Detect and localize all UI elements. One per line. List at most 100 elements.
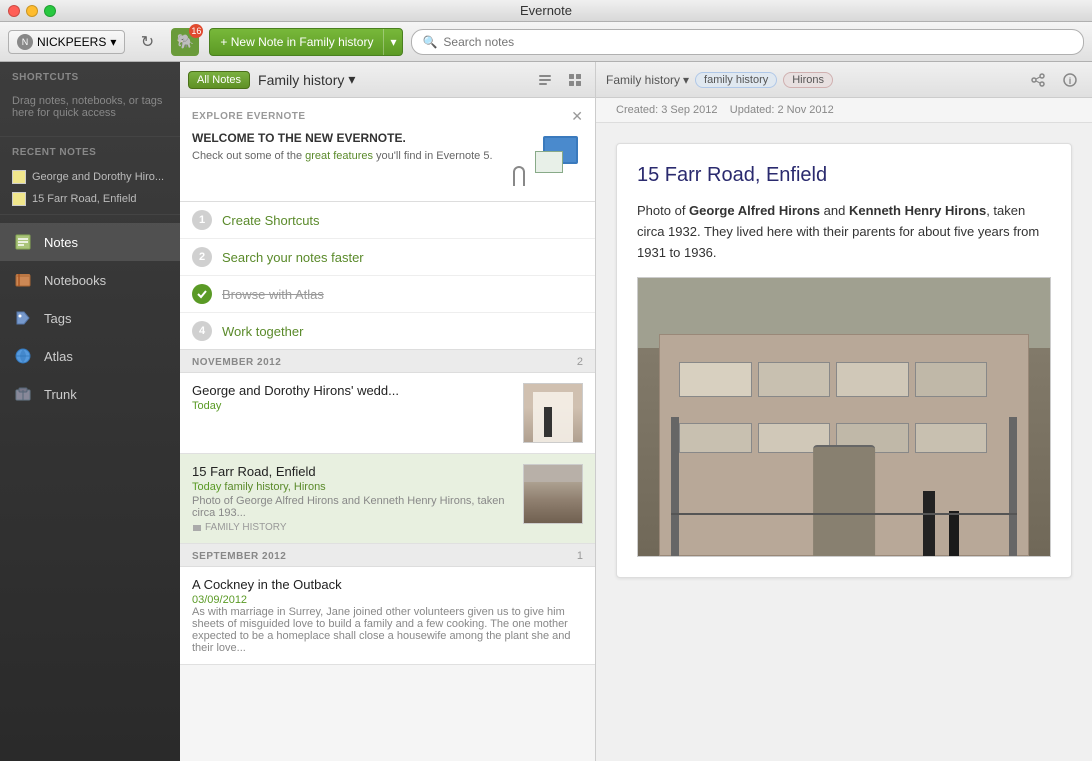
note-main-title: 15 Farr Road, Enfield xyxy=(637,164,1051,187)
svg-text:i: i xyxy=(1069,76,1072,86)
note-title-3: A Cockney in the Outback xyxy=(192,577,583,592)
close-button[interactable] xyxy=(8,5,20,17)
welcome-text: WELCOME TO THE NEW EVERNOTE. Check out s… xyxy=(192,131,493,164)
elephant-menu-button[interactable]: 🐘 16 xyxy=(169,26,201,58)
sidebar-item-notebooks[interactable]: Notebooks xyxy=(0,261,180,299)
share-button[interactable] xyxy=(1026,68,1050,92)
step-item-2[interactable]: 2 Search your notes faster xyxy=(180,239,595,276)
note-title-2: 15 Farr Road, Enfield xyxy=(192,464,515,479)
explore-header: EXPLORE EVERNOTE ✕ xyxy=(192,108,583,125)
info-button[interactable]: i xyxy=(1058,68,1082,92)
search-input[interactable] xyxy=(443,35,1073,49)
tag-chip-family-history[interactable]: family history xyxy=(695,72,777,88)
step-number-4: 4 xyxy=(192,321,212,341)
tags-label: Tags xyxy=(44,311,71,326)
welcome-content: WELCOME TO THE NEW EVERNOTE. Check out s… xyxy=(192,131,583,191)
user-button[interactable]: N NICKPEERS ▾ xyxy=(8,30,125,54)
atlas-icon xyxy=(12,345,34,367)
note-date-1: Today xyxy=(192,400,515,412)
note-body-text: Photo of George Alfred Hirons and Kennet… xyxy=(637,201,1051,263)
titlebar: Evernote xyxy=(0,0,1092,22)
note-thumbnail-2 xyxy=(523,464,583,524)
step-item-4[interactable]: 4 Work together xyxy=(180,313,595,349)
note-card-3[interactable]: A Cockney in the Outback 03/09/2012 As w… xyxy=(180,567,595,665)
atlas-label: Atlas xyxy=(44,349,73,364)
welcome-desc-plain: Check out some of the xyxy=(192,150,305,162)
photo-background xyxy=(638,278,1050,556)
trunk-icon xyxy=(12,383,34,405)
note-card-2[interactable]: 15 Farr Road, Enfield Today family histo… xyxy=(180,454,595,544)
updated-date: Updated: 2 Nov 2012 xyxy=(730,104,834,116)
new-note-dropdown-arrow[interactable]: ▾ xyxy=(384,29,402,55)
note-card-content-2: 15 Farr Road, Enfield Today family histo… xyxy=(192,464,515,533)
step-label-3: Browse with Atlas xyxy=(222,287,324,302)
note-icon xyxy=(12,192,26,206)
note-detail-panel: Family history ▾ family history Hirons xyxy=(596,62,1092,761)
month-header-nov2012: NOVEMBER 2012 2 xyxy=(180,350,595,373)
body-name2: Kenneth Henry Hirons xyxy=(849,203,986,218)
breadcrumb-notebook[interactable]: Family history ▾ xyxy=(606,73,689,87)
notes-scroll[interactable]: NOVEMBER 2012 2 George and Dorothy Hiron… xyxy=(180,350,595,761)
notebook-arrow-icon: ▾ xyxy=(348,71,355,88)
new-note-button[interactable]: + New Note in Family history ▾ xyxy=(209,28,403,56)
sort-button[interactable] xyxy=(533,68,557,92)
new-note-label: + New Note in Family history xyxy=(220,35,373,49)
recent-note-item[interactable]: 15 Farr Road, Enfield xyxy=(0,188,180,210)
note-thumbnail-1 xyxy=(523,383,583,443)
body-mid: and xyxy=(820,203,849,218)
notebook-illustration xyxy=(535,151,563,173)
welcome-desc-end: you'll find in Evernote 5. xyxy=(373,150,493,162)
maximize-button[interactable] xyxy=(44,5,56,17)
notebook-title-selector[interactable]: Family history ▾ xyxy=(258,71,355,88)
tags-icon xyxy=(12,307,34,329)
detail-actions: i xyxy=(1026,68,1082,92)
view-toggle-button[interactable] xyxy=(563,68,587,92)
note-card-1[interactable]: George and Dorothy Hirons' wedd... Today xyxy=(180,373,595,454)
shortcuts-title: SHORTCUTS xyxy=(0,62,180,87)
sidebar-item-tags[interactable]: Tags xyxy=(0,299,180,337)
all-notes-button[interactable]: All Notes xyxy=(188,71,250,89)
note-content-card: 15 Farr Road, Enfield Photo of George Al… xyxy=(616,143,1072,578)
note-card-content-1: George and Dorothy Hirons' wedd... Today xyxy=(192,383,515,443)
search-bar[interactable]: 🔍 xyxy=(411,29,1084,55)
minimize-button[interactable] xyxy=(26,5,38,17)
note-meta: Created: 3 Sep 2012 Updated: 2 Nov 2012 xyxy=(596,98,1092,123)
step-number-1: 1 xyxy=(192,210,212,230)
explore-banner: EXPLORE EVERNOTE ✕ WELCOME TO THE NEW EV… xyxy=(180,98,595,202)
toolbar: N NICKPEERS ▾ ↻ 🐘 16 + New Note in Famil… xyxy=(0,22,1092,62)
recent-note-label: 15 Farr Road, Enfield xyxy=(32,193,137,205)
note-content-area[interactable]: 15 Farr Road, Enfield Photo of George Al… xyxy=(596,123,1092,761)
explore-close-button[interactable]: ✕ xyxy=(571,108,583,125)
recent-notes-title: RECENT NOTES xyxy=(0,137,180,162)
window-controls[interactable] xyxy=(8,5,56,17)
notes-panel: All Notes Family history ▾ xyxy=(180,62,596,761)
welcome-link[interactable]: great features xyxy=(305,150,373,162)
trunk-label: Trunk xyxy=(44,387,77,402)
tag-chip-hirons[interactable]: Hirons xyxy=(783,72,833,88)
month-header-sep2012: SEPTEMBER 2012 1 xyxy=(180,544,595,567)
breadcrumb-arrow-icon: ▾ xyxy=(683,73,689,87)
note-notebook-badge-2: FAMILY HISTORY xyxy=(192,522,515,533)
sidebar: SHORTCUTS Drag notes, notebooks, or tags… xyxy=(0,62,180,761)
step-item-1[interactable]: 1 Create Shortcuts xyxy=(180,202,595,239)
note-date-2: Today xyxy=(192,481,221,493)
note-snippet-2: Photo of George Alfred Hirons and Kennet… xyxy=(192,495,515,519)
user-arrow-icon: ▾ xyxy=(110,35,116,49)
notebook-label: FAMILY HISTORY xyxy=(205,522,287,533)
body-intro: Photo of xyxy=(637,203,689,218)
sidebar-item-trunk[interactable]: Trunk xyxy=(0,375,180,413)
app-title: Evernote xyxy=(520,3,572,18)
body-name1: George Alfred Hirons xyxy=(689,203,820,218)
step-item-3[interactable]: Browse with Atlas xyxy=(180,276,595,313)
step-label-1: Create Shortcuts xyxy=(222,213,320,228)
month-label: NOVEMBER 2012 xyxy=(192,357,281,368)
recent-note-item[interactable]: George and Dorothy Hiro... xyxy=(0,166,180,188)
sidebar-item-notes[interactable]: Notes xyxy=(0,223,180,261)
sync-button[interactable]: ↻ xyxy=(133,28,161,56)
note-icon xyxy=(12,170,26,184)
sidebar-item-atlas[interactable]: Atlas xyxy=(0,337,180,375)
new-note-main[interactable]: + New Note in Family history xyxy=(210,29,384,55)
notification-badge: 16 xyxy=(189,24,203,38)
note-tags-2: family history, Hirons xyxy=(224,481,325,493)
paperclip-illustration xyxy=(513,166,525,186)
